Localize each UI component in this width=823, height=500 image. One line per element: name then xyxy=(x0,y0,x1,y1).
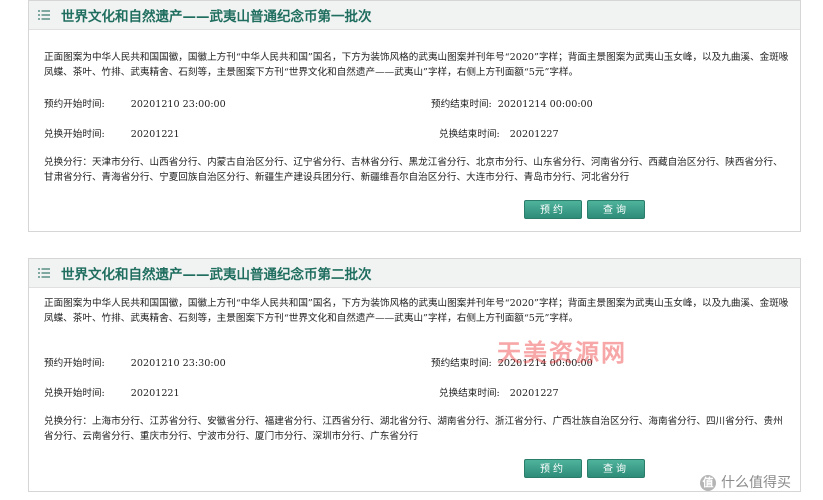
reserve-start-label: 预约开始时间: xyxy=(44,358,105,369)
reserve-end-value: 20201214 00:00:00 xyxy=(497,99,593,110)
reserve-start-label: 预约开始时间: xyxy=(44,99,105,110)
watermark-text: 天美资源网 xyxy=(497,339,627,367)
batch-panel-header: 世界文化和自然遗产——武夷山普通纪念币第二批次 xyxy=(29,259,800,288)
exchange-start-value: 20201221 xyxy=(130,129,180,140)
exchange-end-time: 兑换结束时间: 20201227 xyxy=(439,126,559,140)
list-icon xyxy=(38,10,50,20)
exchange-end-value: 20201227 xyxy=(509,129,559,140)
reserve-start-value: 20201210 23:00:00 xyxy=(130,99,226,110)
value-logo-icon: 值 xyxy=(700,475,716,491)
exchange-start-time: 兑换开始时间: 20201221 xyxy=(44,385,180,399)
batch-title: 世界文化和自然遗产——武夷山普通纪念币第一批次 xyxy=(61,9,372,25)
reserve-end-label: 预约结束时间: xyxy=(431,358,492,369)
exchange-start-time: 兑换开始时间: 20201221 xyxy=(44,126,180,140)
coin-description: 正面图案为中华人民共和国国徽，国徽上方刊“中华人民共和国”国名，下方为装饰风格的… xyxy=(44,298,789,324)
reserve-end-time: 预约结束时间: 20201214 00:00:00 xyxy=(431,96,593,110)
batch-panel-2: 世界文化和自然遗产——武夷山普通纪念币第二批次 正面图案为中华人民共和国国徽，国… xyxy=(28,258,801,492)
batch-panel-1: 世界文化和自然遗产——武夷山普通纪念币第一批次 正面图案为中华人民共和国国徽，国… xyxy=(28,0,801,232)
exchange-start-label: 兑换开始时间: xyxy=(44,129,105,140)
exchange-end-value: 20201227 xyxy=(509,388,559,399)
batch-title: 世界文化和自然遗产——武夷山普通纪念币第二批次 xyxy=(61,267,372,283)
corner-logo-text: 什么值得买 xyxy=(721,475,791,491)
reserve-start-time: 预约开始时间: 20201210 23:30:00 xyxy=(44,355,226,369)
exchange-branches: 兑换分行：天津市分行、山西省分行、内蒙古自治区分行、辽宁省分行、吉林省分行、黑龙… xyxy=(44,157,783,183)
exchange-end-label: 兑换结束时间: xyxy=(439,388,500,399)
exchange-start-label: 兑换开始时间: xyxy=(44,388,105,399)
reserve-button[interactable]: 预约 xyxy=(524,459,582,478)
reserve-start-time: 预约开始时间: 20201210 23:00:00 xyxy=(44,96,226,110)
query-button[interactable]: 查询 xyxy=(587,459,645,478)
reserve-button[interactable]: 预约 xyxy=(524,200,582,219)
corner-logo: 值什么值得买 xyxy=(700,472,791,492)
exchange-end-time: 兑换结束时间: 20201227 xyxy=(439,385,559,399)
reserve-end-label: 预约结束时间: xyxy=(431,99,492,110)
batch-panel-header: 世界文化和自然遗产——武夷山普通纪念币第一批次 xyxy=(29,1,800,30)
exchange-branches: 兑换分行：上海市分行、江苏省分行、安徽省分行、福建省分行、江西省分行、湖北省分行… xyxy=(44,416,783,442)
list-icon xyxy=(38,268,50,278)
exchange-start-value: 20201221 xyxy=(130,388,180,399)
reserve-start-value: 20201210 23:30:00 xyxy=(130,358,226,369)
exchange-end-label: 兑换结束时间: xyxy=(439,129,500,140)
coin-description: 正面图案为中华人民共和国国徽，国徽上方刊“中华人民共和国”国名，下方为装饰风格的… xyxy=(44,52,789,78)
query-button[interactable]: 查询 xyxy=(587,200,645,219)
